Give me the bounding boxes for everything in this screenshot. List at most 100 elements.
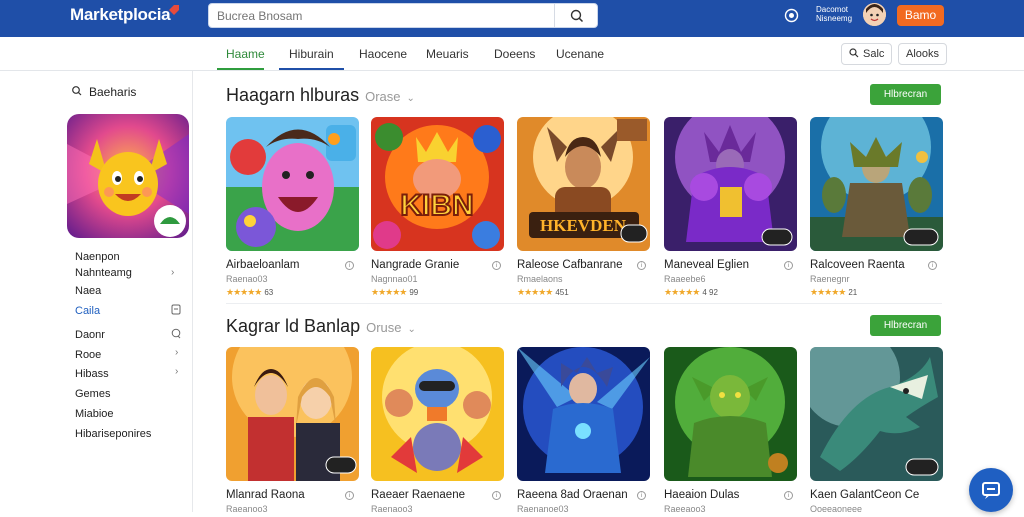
game-card-image[interactable] bbox=[226, 117, 359, 251]
sidebar-item-gemes[interactable]: Gemes bbox=[75, 388, 110, 400]
search-icon bbox=[72, 86, 82, 96]
section-title-text: Haagarn hlburas bbox=[226, 85, 360, 105]
filter-search-label: Salc bbox=[863, 48, 885, 60]
game-card-image[interactable]: HKEVDEN bbox=[517, 117, 650, 251]
section-action-button[interactable]: Hlbrecran bbox=[870, 315, 941, 336]
active-tab-indicator bbox=[217, 68, 264, 70]
top-cta-button[interactable]: Bamo bbox=[897, 5, 944, 26]
sidebar-heading-label: Baeharis bbox=[89, 85, 137, 99]
game-card-title[interactable]: Maneveal Eglien bbox=[664, 259, 789, 271]
chat-icon bbox=[982, 482, 1000, 499]
section-title: Haagarn hlburas Orase ⌄ bbox=[226, 85, 415, 106]
section-action-button[interactable]: Hlbrecran bbox=[870, 84, 941, 105]
star-rating-icon: ★★★★★ bbox=[226, 287, 262, 297]
game-card-image[interactable] bbox=[226, 347, 359, 481]
globe-icon[interactable] bbox=[784, 8, 799, 23]
svg-text:HKEVDEN: HKEVDEN bbox=[540, 216, 627, 235]
chat-button[interactable] bbox=[969, 468, 1013, 512]
sidebar-item-hibass[interactable]: Hibass bbox=[75, 368, 109, 380]
top-bar: Marketplocia Dacomot Nisneemg Bamo bbox=[0, 0, 1024, 37]
sidebar-item-naea[interactable]: Naea bbox=[75, 285, 101, 297]
star-rating-icon: ★★★★★ bbox=[664, 287, 700, 297]
sidebar: Baeharis Naenpon Nahnteamg › Naea Caila … bbox=[0, 71, 193, 512]
rating-count: 451 bbox=[555, 288, 569, 297]
sidebar-item-caila[interactable]: Caila bbox=[75, 305, 100, 317]
game-card-subtitle: Raenaoo3 bbox=[371, 504, 413, 514]
sort-button[interactable]: Alooks bbox=[898, 43, 948, 65]
section-subtitle[interactable]: Orase bbox=[365, 89, 400, 104]
sidebar-item-hibariseponires[interactable]: Hibariseponires bbox=[75, 428, 151, 440]
info-icon[interactable]: i bbox=[637, 491, 646, 500]
game-card-title[interactable]: Mlanrad Raona bbox=[226, 489, 351, 501]
app-logo[interactable]: Marketplocia bbox=[70, 5, 171, 25]
section-divider bbox=[226, 303, 942, 304]
game-card-title[interactable]: Raeena 8ad Oraenan bbox=[517, 489, 642, 501]
info-icon[interactable]: i bbox=[928, 261, 937, 270]
search-bar bbox=[208, 3, 598, 28]
info-icon[interactable]: i bbox=[345, 491, 354, 500]
game-card-subtitle: Raenanoe03 bbox=[517, 504, 569, 514]
game-card-rating: ★★★★★ 451 bbox=[517, 287, 569, 298]
tab-doeens[interactable]: Doeens bbox=[494, 47, 535, 61]
game-card-image[interactable] bbox=[810, 347, 943, 481]
info-icon[interactable]: i bbox=[492, 491, 501, 500]
info-icon[interactable]: i bbox=[637, 261, 646, 270]
sidebar-heading[interactable]: Baeharis bbox=[72, 85, 137, 99]
info-icon[interactable]: i bbox=[345, 261, 354, 270]
search-divider bbox=[554, 4, 555, 27]
game-card-image[interactable] bbox=[517, 347, 650, 481]
section-subtitle[interactable]: Oruse bbox=[366, 320, 401, 335]
chevron-down-icon[interactable]: ⌄ bbox=[408, 324, 416, 335]
account-menu[interactable]: Dacomot Nisneemg bbox=[816, 5, 856, 23]
game-card-rating: ★★★★★ 99 bbox=[371, 287, 418, 298]
game-card-title[interactable]: Nangrade Granie bbox=[371, 259, 496, 271]
featured-game-image[interactable] bbox=[67, 114, 189, 238]
rating-count: 63 bbox=[264, 288, 274, 297]
tab-hiburain[interactable]: Hiburain bbox=[289, 47, 334, 61]
filter-search-button[interactable]: Salc bbox=[841, 43, 893, 65]
game-card-image[interactable] bbox=[810, 117, 943, 251]
section-title: Kagrar ld Banlap Oruse ⌄ bbox=[226, 316, 416, 337]
account-line-2: Nisneemg bbox=[816, 14, 853, 23]
sidebar-item-naenpon[interactable]: Naenpon bbox=[75, 251, 120, 263]
game-card-title[interactable]: Airbaeloanlam bbox=[226, 259, 351, 271]
info-icon[interactable]: i bbox=[492, 261, 501, 270]
document-icon bbox=[171, 304, 181, 315]
chevron-right-icon: › bbox=[171, 267, 175, 278]
game-card-image[interactable] bbox=[371, 347, 504, 481]
game-card-title[interactable]: Ralcoveen Raenta bbox=[810, 259, 935, 271]
game-card-subtitle: Raaeebe6 bbox=[664, 274, 706, 284]
game-card-title[interactable]: Raleose Cafbanrane bbox=[517, 259, 642, 271]
game-card-subtitle: Raeanoo3 bbox=[226, 504, 268, 514]
search-icon bbox=[849, 48, 859, 58]
account-line-1: Dacomot bbox=[816, 5, 849, 14]
sidebar-item-daonr[interactable]: Daonr bbox=[75, 329, 105, 341]
sidebar-item-miabioe[interactable]: Miabioe bbox=[75, 408, 114, 420]
game-card-title[interactable]: Kaen GalantCeon Ce bbox=[810, 489, 935, 501]
game-card-subtitle: Raenegnr bbox=[810, 274, 850, 284]
chat-icon bbox=[171, 328, 181, 339]
search-input[interactable] bbox=[217, 7, 547, 25]
info-icon[interactable]: i bbox=[784, 491, 793, 500]
game-card-title[interactable]: Raeaer Raenaene bbox=[371, 489, 496, 501]
chevron-right-icon: › bbox=[175, 366, 179, 377]
tab-home[interactable]: Haame bbox=[226, 47, 265, 61]
tab-ucenane[interactable]: Ucenane bbox=[556, 47, 604, 61]
rating-count: 21 bbox=[848, 288, 858, 297]
tab-haocene[interactable]: Haocene bbox=[359, 47, 407, 61]
search-icon[interactable] bbox=[561, 6, 593, 25]
game-card-rating: ★★★★★ 63 bbox=[226, 287, 273, 298]
avatar[interactable] bbox=[863, 3, 886, 26]
game-card-image[interactable] bbox=[664, 347, 797, 481]
game-card-image[interactable]: KIBN bbox=[371, 117, 504, 251]
section-title-text: Kagrar ld Banlap bbox=[226, 316, 361, 336]
sidebar-item-rooe[interactable]: Rooe bbox=[75, 349, 101, 361]
info-icon[interactable]: i bbox=[784, 261, 793, 270]
chevron-down-icon[interactable]: ⌄ bbox=[407, 93, 415, 104]
game-card-subtitle: Nagnnao01 bbox=[371, 274, 418, 284]
game-card-title[interactable]: Haeaion Dulas bbox=[664, 489, 789, 501]
game-card-image[interactable] bbox=[664, 117, 797, 251]
chevron-right-icon: › bbox=[175, 347, 179, 358]
tab-meuaris[interactable]: Meuaris bbox=[426, 47, 469, 61]
sidebar-item-nahnteamg[interactable]: Nahnteamg bbox=[75, 267, 132, 279]
